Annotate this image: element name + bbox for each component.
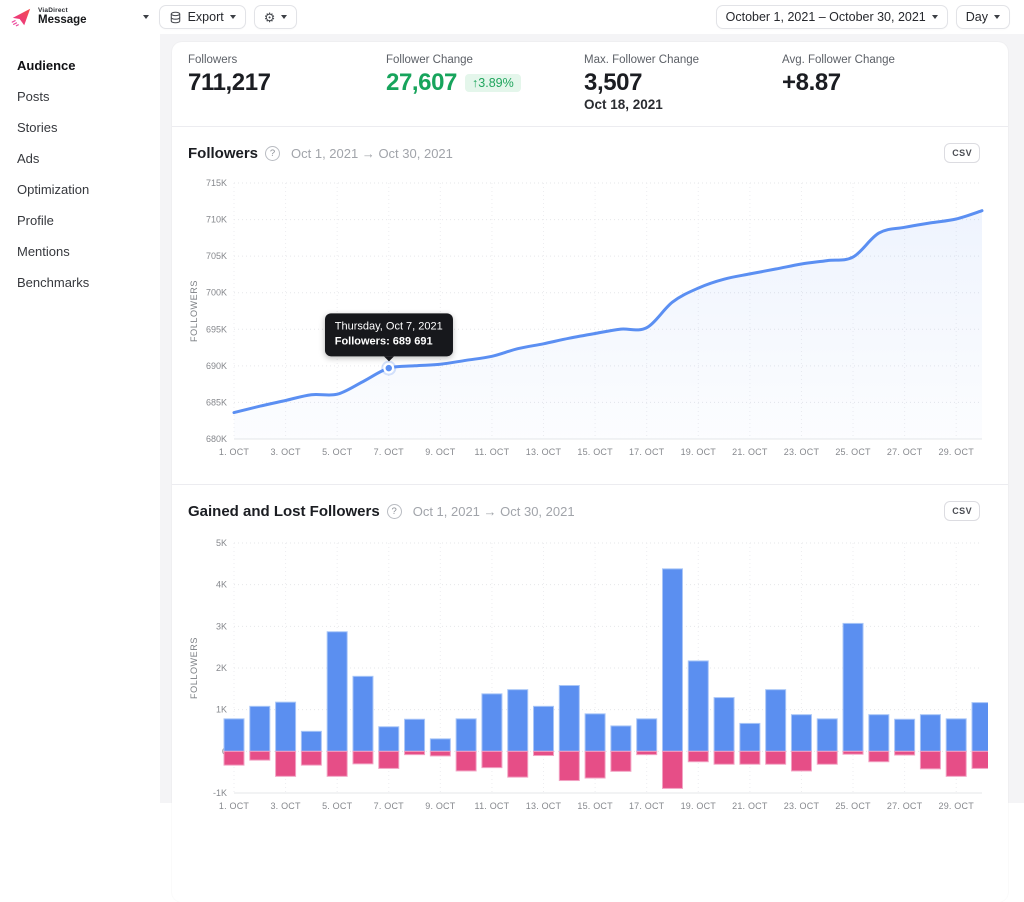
help-icon[interactable]: ? [265, 146, 280, 161]
svg-text:13. OCT: 13. OCT [526, 447, 562, 457]
sidebar-item-audience[interactable]: Audience [8, 50, 152, 81]
gear-icon: ⚙ [264, 11, 276, 24]
svg-text:1K: 1K [216, 705, 227, 715]
svg-text:21. OCT: 21. OCT [732, 447, 768, 457]
stat-value: 3,507 [584, 70, 782, 95]
svg-text:19. OCT: 19. OCT [681, 447, 717, 457]
svg-text:23. OCT: 23. OCT [784, 447, 820, 457]
svg-text:11. OCT: 11. OCT [475, 447, 510, 457]
svg-text:9. OCT: 9. OCT [425, 447, 456, 457]
svg-text:4K: 4K [216, 580, 227, 590]
svg-text:700K: 700K [206, 288, 227, 298]
svg-text:25. OCT: 25. OCT [835, 447, 871, 457]
followers-chart-wrap: 680K 685K 690K 695K 700K 705K 710K 715K 1. OCT 3.… [172, 167, 1008, 470]
svg-text:690K: 690K [206, 361, 227, 371]
date-range-button[interactable]: October 1, 2021 – October 30, 2021 [716, 5, 948, 29]
svg-text:5. OCT: 5. OCT [322, 447, 353, 457]
settings-caret-icon [281, 15, 287, 19]
svg-text:27. OCT: 27. OCT [887, 447, 923, 457]
csv-export-button[interactable]: CSV [944, 501, 980, 521]
svg-text:FOLLOWERS: FOLLOWERS [189, 637, 199, 699]
date-range-label: October 1, 2021 – October 30, 2021 [726, 10, 926, 24]
svg-text:7. OCT: 7. OCT [374, 447, 405, 457]
stat-date: Oct 18, 2021 [584, 97, 782, 112]
section-title: Followers [188, 145, 258, 162]
csv-export-button[interactable]: CSV [944, 143, 980, 163]
stat-label: Avg. Follower Change [782, 54, 980, 66]
stat-value: +8.87 [782, 70, 980, 95]
change-percent-badge: ↑3.89% [465, 74, 521, 92]
svg-text:FOLLOWERS: FOLLOWERS [189, 280, 199, 342]
sidebar-item-optimization[interactable]: Optimization [8, 174, 152, 205]
svg-text:715K: 715K [206, 178, 227, 188]
paper-plane-logo-icon [10, 6, 32, 28]
brand-dropdown-caret-icon[interactable] [143, 15, 149, 19]
export-button[interactable]: Export [159, 5, 246, 29]
granularity-button[interactable]: Day [956, 5, 1010, 29]
app-logo[interactable]: ViaDirect Message [10, 6, 87, 28]
stat-follower-change: Follower Change 27,607 ↑3.89% [386, 54, 584, 112]
section-title: Gained and Lost Followers [188, 503, 380, 520]
svg-text:1. OCT: 1. OCT [219, 447, 250, 457]
gained-lost-bar-chart[interactable]: -1K01K2K3K4K5K1. OCT3. OCT5. OCT7. OCT9.… [188, 531, 988, 821]
followers-line-chart[interactable]: 680K 685K 690K 695K 700K 705K 710K 715K 1. OCT 3.… [188, 173, 988, 465]
export-label: Export [188, 10, 224, 24]
stat-followers: Followers 711,217 [188, 54, 386, 112]
top-bar: ViaDirect Message Export ⚙ October 1, 20… [0, 0, 1024, 34]
svg-text:685K: 685K [206, 398, 227, 408]
sidebar-item-ads[interactable]: Ads [8, 143, 152, 174]
export-caret-icon [230, 15, 236, 19]
svg-text:710K: 710K [206, 215, 227, 225]
svg-text:695K: 695K [206, 324, 227, 334]
stat-label: Follower Change [386, 54, 584, 66]
section-date-range: Oct 1, 2021 → Oct 30, 2021 [291, 146, 453, 161]
svg-text:705K: 705K [206, 251, 227, 261]
gained-lost-chart-wrap: -1K01K2K3K4K5K1. OCT3. OCT5. OCT7. OCT9.… [172, 525, 1008, 826]
database-icon [169, 11, 182, 24]
stat-label: Followers [188, 54, 386, 66]
svg-text:17. OCT: 17. OCT [629, 447, 665, 457]
gained-lost-section: Gained and Lost Followers ? Oct 1, 2021 … [172, 484, 1008, 830]
stat-value: 27,607 [386, 70, 457, 95]
date-range-caret-icon [932, 15, 938, 19]
sidebar: Audience Posts Stories Ads Optimization … [0, 34, 160, 803]
followers-section-header: Followers ? Oct 1, 2021 → Oct 30, 2021 C… [172, 127, 1008, 167]
gained-lost-section-header: Gained and Lost Followers ? Oct 1, 2021 … [172, 485, 1008, 525]
granularity-label: Day [966, 10, 988, 24]
stat-max-follower-change: Max. Follower Change 3,507 Oct 18, 2021 [584, 54, 782, 112]
settings-button[interactable]: ⚙ [254, 5, 298, 29]
svg-text:29. OCT: 29. OCT [938, 447, 974, 457]
svg-text:3. OCT: 3. OCT [270, 447, 301, 457]
svg-text:-1K: -1K [213, 788, 227, 798]
main-area: Followers 711,217 Follower Change 27,607… [160, 34, 1024, 803]
svg-text:5K: 5K [216, 538, 227, 548]
content-card: Followers 711,217 Follower Change 27,607… [172, 42, 1008, 902]
sidebar-item-benchmarks[interactable]: Benchmarks [8, 267, 152, 298]
stats-row: Followers 711,217 Follower Change 27,607… [172, 42, 1008, 127]
sidebar-item-profile[interactable]: Profile [8, 205, 152, 236]
stat-label: Max. Follower Change [584, 54, 782, 66]
svg-text:2K: 2K [216, 663, 227, 673]
sidebar-item-posts[interactable]: Posts [8, 81, 152, 112]
stat-value: 711,217 [188, 70, 386, 95]
svg-text:3K: 3K [216, 622, 227, 632]
stat-avg-follower-change: Avg. Follower Change +8.87 [782, 54, 980, 112]
granularity-caret-icon [994, 15, 1000, 19]
section-date-range: Oct 1, 2021 → Oct 30, 2021 [413, 504, 575, 519]
help-icon[interactable]: ? [387, 504, 402, 519]
brand-name-large: Message [38, 15, 87, 27]
sidebar-item-mentions[interactable]: Mentions [8, 236, 152, 267]
followers-section: Followers ? Oct 1, 2021 → Oct 30, 2021 C… [172, 127, 1008, 474]
svg-text:680K: 680K [206, 434, 227, 444]
svg-text:15. OCT: 15. OCT [577, 447, 613, 457]
sidebar-item-stories[interactable]: Stories [8, 112, 152, 143]
